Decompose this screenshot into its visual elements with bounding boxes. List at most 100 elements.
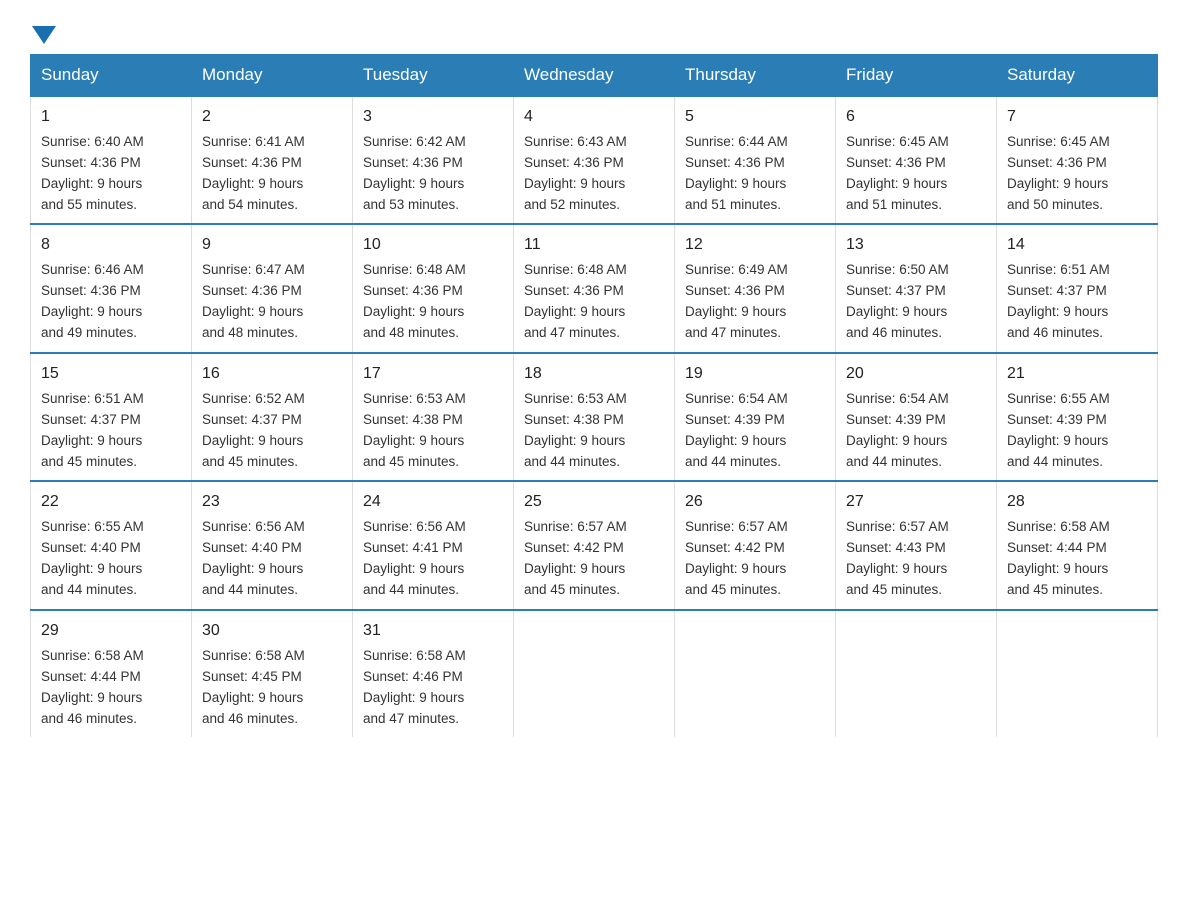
day-info: Sunrise: 6:58 AMSunset: 4:44 PMDaylight:… xyxy=(1007,519,1110,597)
day-number: 8 xyxy=(41,233,181,258)
day-number: 11 xyxy=(524,233,664,258)
day-info: Sunrise: 6:54 AMSunset: 4:39 PMDaylight:… xyxy=(685,391,788,469)
calendar-cell: 23 Sunrise: 6:56 AMSunset: 4:40 PMDayligh… xyxy=(192,481,353,609)
day-number: 30 xyxy=(202,619,342,644)
day-info: Sunrise: 6:48 AMSunset: 4:36 PMDaylight:… xyxy=(363,262,466,340)
calendar-week-row: 8 Sunrise: 6:46 AMSunset: 4:36 PMDaylight… xyxy=(31,224,1158,352)
day-number: 9 xyxy=(202,233,342,258)
calendar-cell: 8 Sunrise: 6:46 AMSunset: 4:36 PMDaylight… xyxy=(31,224,192,352)
calendar-cell: 18 Sunrise: 6:53 AMSunset: 4:38 PMDayligh… xyxy=(514,353,675,481)
calendar-cell: 2 Sunrise: 6:41 AMSunset: 4:36 PMDaylight… xyxy=(192,96,353,224)
day-info: Sunrise: 6:46 AMSunset: 4:36 PMDaylight:… xyxy=(41,262,144,340)
day-info: Sunrise: 6:54 AMSunset: 4:39 PMDaylight:… xyxy=(846,391,949,469)
calendar-cell: 3 Sunrise: 6:42 AMSunset: 4:36 PMDaylight… xyxy=(353,96,514,224)
calendar-cell: 13 Sunrise: 6:50 AMSunset: 4:37 PMDayligh… xyxy=(836,224,997,352)
calendar-cell xyxy=(836,610,997,737)
day-info: Sunrise: 6:51 AMSunset: 4:37 PMDaylight:… xyxy=(1007,262,1110,340)
day-number: 22 xyxy=(41,490,181,515)
day-info: Sunrise: 6:57 AMSunset: 4:42 PMDaylight:… xyxy=(685,519,788,597)
calendar-cell xyxy=(997,610,1158,737)
day-info: Sunrise: 6:43 AMSunset: 4:36 PMDaylight:… xyxy=(524,134,627,212)
day-number: 18 xyxy=(524,362,664,387)
day-info: Sunrise: 6:53 AMSunset: 4:38 PMDaylight:… xyxy=(363,391,466,469)
calendar-cell: 7Sunrise: 6:45 AMSunset: 4:36 PMDaylight… xyxy=(997,96,1158,224)
calendar-cell xyxy=(675,610,836,737)
calendar-cell: 4 Sunrise: 6:43 AMSunset: 4:36 PMDaylight… xyxy=(514,96,675,224)
calendar-cell: 12Sunrise: 6:49 AMSunset: 4:36 PMDayligh… xyxy=(675,224,836,352)
calendar-cell: 6Sunrise: 6:45 AMSunset: 4:36 PMDaylight… xyxy=(836,96,997,224)
day-number: 6 xyxy=(846,105,986,130)
day-number: 5 xyxy=(685,105,825,130)
calendar-cell: 10 Sunrise: 6:48 AMSunset: 4:36 PMDayligh… xyxy=(353,224,514,352)
day-number: 1 xyxy=(41,105,181,130)
calendar-cell: 26 Sunrise: 6:57 AMSunset: 4:42 PMDayligh… xyxy=(675,481,836,609)
day-info: Sunrise: 6:47 AMSunset: 4:36 PMDaylight:… xyxy=(202,262,305,340)
calendar-week-row: 22 Sunrise: 6:55 AMSunset: 4:40 PMDayligh… xyxy=(31,481,1158,609)
calendar-week-row: 15 Sunrise: 6:51 AMSunset: 4:37 PMDayligh… xyxy=(31,353,1158,481)
day-number: 27 xyxy=(846,490,986,515)
day-header-friday: Friday xyxy=(836,55,997,97)
calendar-header-row: SundayMondayTuesdayWednesdayThursdayFrid… xyxy=(31,55,1158,97)
day-number: 13 xyxy=(846,233,986,258)
day-header-tuesday: Tuesday xyxy=(353,55,514,97)
calendar-cell: 31 Sunrise: 6:58 AMSunset: 4:46 PMDayligh… xyxy=(353,610,514,737)
calendar-cell: 27 Sunrise: 6:57 AMSunset: 4:43 PMDayligh… xyxy=(836,481,997,609)
calendar-cell: 15 Sunrise: 6:51 AMSunset: 4:37 PMDayligh… xyxy=(31,353,192,481)
page-header xyxy=(30,20,1158,44)
day-header-monday: Monday xyxy=(192,55,353,97)
day-info: Sunrise: 6:51 AMSunset: 4:37 PMDaylight:… xyxy=(41,391,144,469)
calendar-cell: 29Sunrise: 6:58 AMSunset: 4:44 PMDayligh… xyxy=(31,610,192,737)
calendar-cell: 16 Sunrise: 6:52 AMSunset: 4:37 PMDayligh… xyxy=(192,353,353,481)
calendar-cell xyxy=(514,610,675,737)
day-number: 3 xyxy=(363,105,503,130)
day-number: 19 xyxy=(685,362,825,387)
calendar-cell: 20Sunrise: 6:54 AMSunset: 4:39 PMDayligh… xyxy=(836,353,997,481)
day-info: Sunrise: 6:55 AMSunset: 4:40 PMDaylight:… xyxy=(41,519,144,597)
day-number: 16 xyxy=(202,362,342,387)
day-info: Sunrise: 6:57 AMSunset: 4:43 PMDaylight:… xyxy=(846,519,949,597)
calendar-table: SundayMondayTuesdayWednesdayThursdayFrid… xyxy=(30,54,1158,737)
day-number: 26 xyxy=(685,490,825,515)
day-info: Sunrise: 6:58 AMSunset: 4:45 PMDaylight:… xyxy=(202,648,305,726)
day-info: Sunrise: 6:40 AMSunset: 4:36 PMDaylight:… xyxy=(41,134,144,212)
day-info: Sunrise: 6:58 AMSunset: 4:44 PMDaylight:… xyxy=(41,648,144,726)
day-number: 28 xyxy=(1007,490,1147,515)
day-number: 21 xyxy=(1007,362,1147,387)
logo-arrow-icon xyxy=(32,26,56,44)
day-info: Sunrise: 6:55 AMSunset: 4:39 PMDaylight:… xyxy=(1007,391,1110,469)
day-info: Sunrise: 6:52 AMSunset: 4:37 PMDaylight:… xyxy=(202,391,305,469)
day-number: 15 xyxy=(41,362,181,387)
calendar-week-row: 1 Sunrise: 6:40 AMSunset: 4:36 PMDaylight… xyxy=(31,96,1158,224)
calendar-cell: 9 Sunrise: 6:47 AMSunset: 4:36 PMDaylight… xyxy=(192,224,353,352)
day-number: 14 xyxy=(1007,233,1147,258)
calendar-cell: 5Sunrise: 6:44 AMSunset: 4:36 PMDaylight… xyxy=(675,96,836,224)
day-number: 10 xyxy=(363,233,503,258)
day-info: Sunrise: 6:50 AMSunset: 4:37 PMDaylight:… xyxy=(846,262,949,340)
day-info: Sunrise: 6:57 AMSunset: 4:42 PMDaylight:… xyxy=(524,519,627,597)
day-header-sunday: Sunday xyxy=(31,55,192,97)
day-number: 24 xyxy=(363,490,503,515)
day-number: 23 xyxy=(202,490,342,515)
day-info: Sunrise: 6:49 AMSunset: 4:36 PMDaylight:… xyxy=(685,262,788,340)
calendar-week-row: 29Sunrise: 6:58 AMSunset: 4:44 PMDayligh… xyxy=(31,610,1158,737)
calendar-cell: 22 Sunrise: 6:55 AMSunset: 4:40 PMDayligh… xyxy=(31,481,192,609)
day-info: Sunrise: 6:58 AMSunset: 4:46 PMDaylight:… xyxy=(363,648,466,726)
day-info: Sunrise: 6:53 AMSunset: 4:38 PMDaylight:… xyxy=(524,391,627,469)
day-info: Sunrise: 6:42 AMSunset: 4:36 PMDaylight:… xyxy=(363,134,466,212)
day-number: 25 xyxy=(524,490,664,515)
day-number: 2 xyxy=(202,105,342,130)
day-number: 17 xyxy=(363,362,503,387)
logo xyxy=(30,20,58,44)
calendar-cell: 11Sunrise: 6:48 AMSunset: 4:36 PMDayligh… xyxy=(514,224,675,352)
day-info: Sunrise: 6:56 AMSunset: 4:40 PMDaylight:… xyxy=(202,519,305,597)
day-info: Sunrise: 6:56 AMSunset: 4:41 PMDaylight:… xyxy=(363,519,466,597)
calendar-cell: 21 Sunrise: 6:55 AMSunset: 4:39 PMDayligh… xyxy=(997,353,1158,481)
day-header-saturday: Saturday xyxy=(997,55,1158,97)
calendar-cell: 25 Sunrise: 6:57 AMSunset: 4:42 PMDayligh… xyxy=(514,481,675,609)
day-header-thursday: Thursday xyxy=(675,55,836,97)
day-number: 31 xyxy=(363,619,503,644)
calendar-cell: 1 Sunrise: 6:40 AMSunset: 4:36 PMDaylight… xyxy=(31,96,192,224)
day-info: Sunrise: 6:41 AMSunset: 4:36 PMDaylight:… xyxy=(202,134,305,212)
day-number: 4 xyxy=(524,105,664,130)
calendar-cell: 19 Sunrise: 6:54 AMSunset: 4:39 PMDayligh… xyxy=(675,353,836,481)
